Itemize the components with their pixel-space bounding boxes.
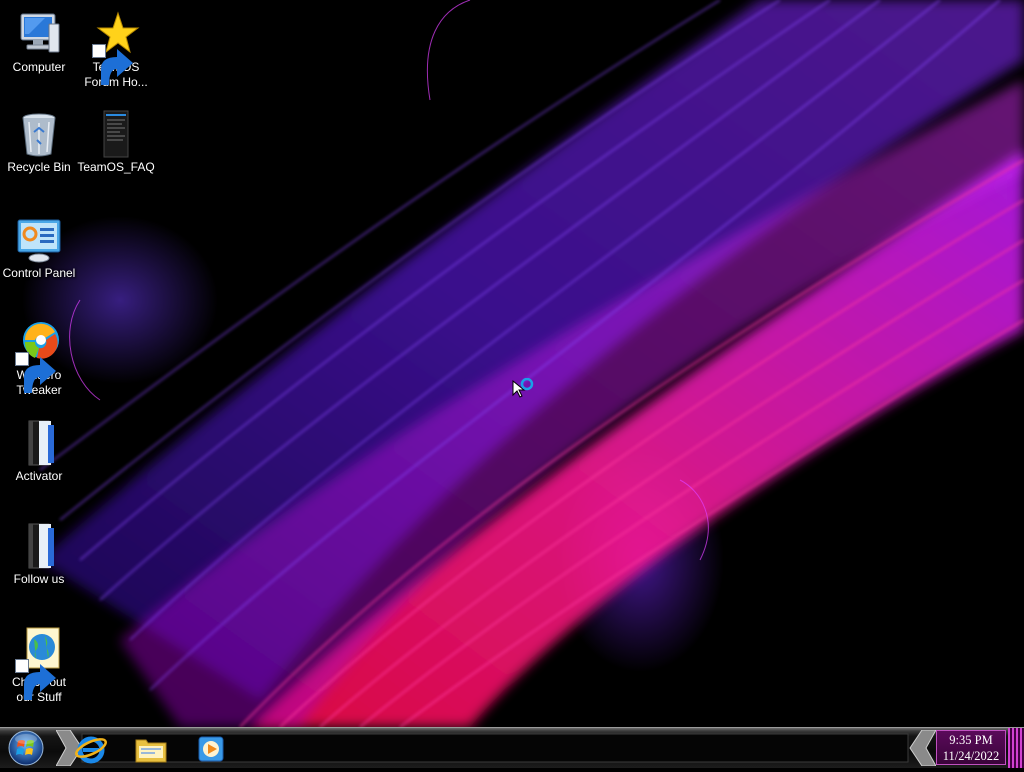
desktop-icon-teamos-forum[interactable]: TeamOS Forum Ho... bbox=[77, 10, 155, 90]
desktop-icon-label: TeamOS_FAQ bbox=[77, 160, 155, 174]
desktop-icon-label: Follow us bbox=[13, 572, 65, 586]
computer-icon bbox=[15, 10, 63, 58]
desktop-icon-control-panel[interactable]: Control Panel bbox=[0, 216, 78, 281]
recycle-bin-icon bbox=[15, 110, 63, 158]
taskbar[interactable]: 9:35 PM 11/24/2022 bbox=[0, 727, 1024, 768]
clock-time: 9:35 PM bbox=[949, 733, 993, 747]
desktop-icon-teamos-faq[interactable]: TeamOS_FAQ bbox=[77, 110, 155, 175]
desktop-icon-check-out-our-stuff[interactable]: Check out our Stuff bbox=[0, 625, 78, 705]
desktop-icon-label: Control Panel bbox=[2, 266, 76, 280]
internet-explorer-icon bbox=[75, 736, 107, 764]
start-button[interactable] bbox=[6, 729, 46, 767]
star-shortcut-icon bbox=[92, 10, 140, 85]
shortcut-arrow-icon bbox=[15, 659, 56, 700]
show-desktop-button[interactable] bbox=[1008, 728, 1024, 768]
folder-icon bbox=[135, 739, 167, 763]
system-clock[interactable]: 9:35 PM 11/24/2022 bbox=[936, 730, 1006, 765]
clock-date: 11/24/2022 bbox=[942, 749, 1000, 763]
globe-shortcut-icon bbox=[15, 625, 63, 700]
desktop-icon-label: Computer bbox=[12, 60, 66, 74]
desktop-icon-activator[interactable]: Activator bbox=[0, 419, 78, 484]
taskbar-band bbox=[56, 730, 936, 766]
shortcut-arrow-icon bbox=[92, 44, 133, 85]
start-orb-icon bbox=[8, 730, 44, 766]
winaero-tweaker-icon bbox=[15, 318, 63, 393]
control-panel-icon bbox=[15, 216, 63, 264]
desktop-icon-label: Activator bbox=[15, 469, 63, 483]
desktop-icon-recycle-bin[interactable]: Recycle Bin bbox=[0, 110, 78, 175]
media-player-icon bbox=[198, 736, 224, 762]
document-icon bbox=[92, 110, 140, 158]
desktop-icon-winaero-tweaker[interactable]: Winaero Tweaker bbox=[0, 318, 78, 398]
activator-icon bbox=[15, 419, 63, 467]
taskbar-button-windows-explorer[interactable] bbox=[126, 731, 176, 767]
desktop[interactable]: Computer TeamOS Forum Ho... Recycle Bin … bbox=[0, 0, 1024, 727]
shortcut-arrow-icon bbox=[15, 352, 56, 393]
desktop-icon-follow-us[interactable]: Follow us bbox=[0, 522, 78, 587]
follow-us-icon bbox=[15, 522, 63, 570]
desktop-icon-label: Recycle Bin bbox=[7, 160, 71, 174]
desktop-icon-computer[interactable]: Computer bbox=[0, 10, 78, 75]
taskbar-button-internet-explorer[interactable] bbox=[66, 731, 116, 767]
busy-cursor-icon bbox=[512, 378, 534, 398]
taskbar-button-media-player[interactable] bbox=[186, 731, 236, 767]
